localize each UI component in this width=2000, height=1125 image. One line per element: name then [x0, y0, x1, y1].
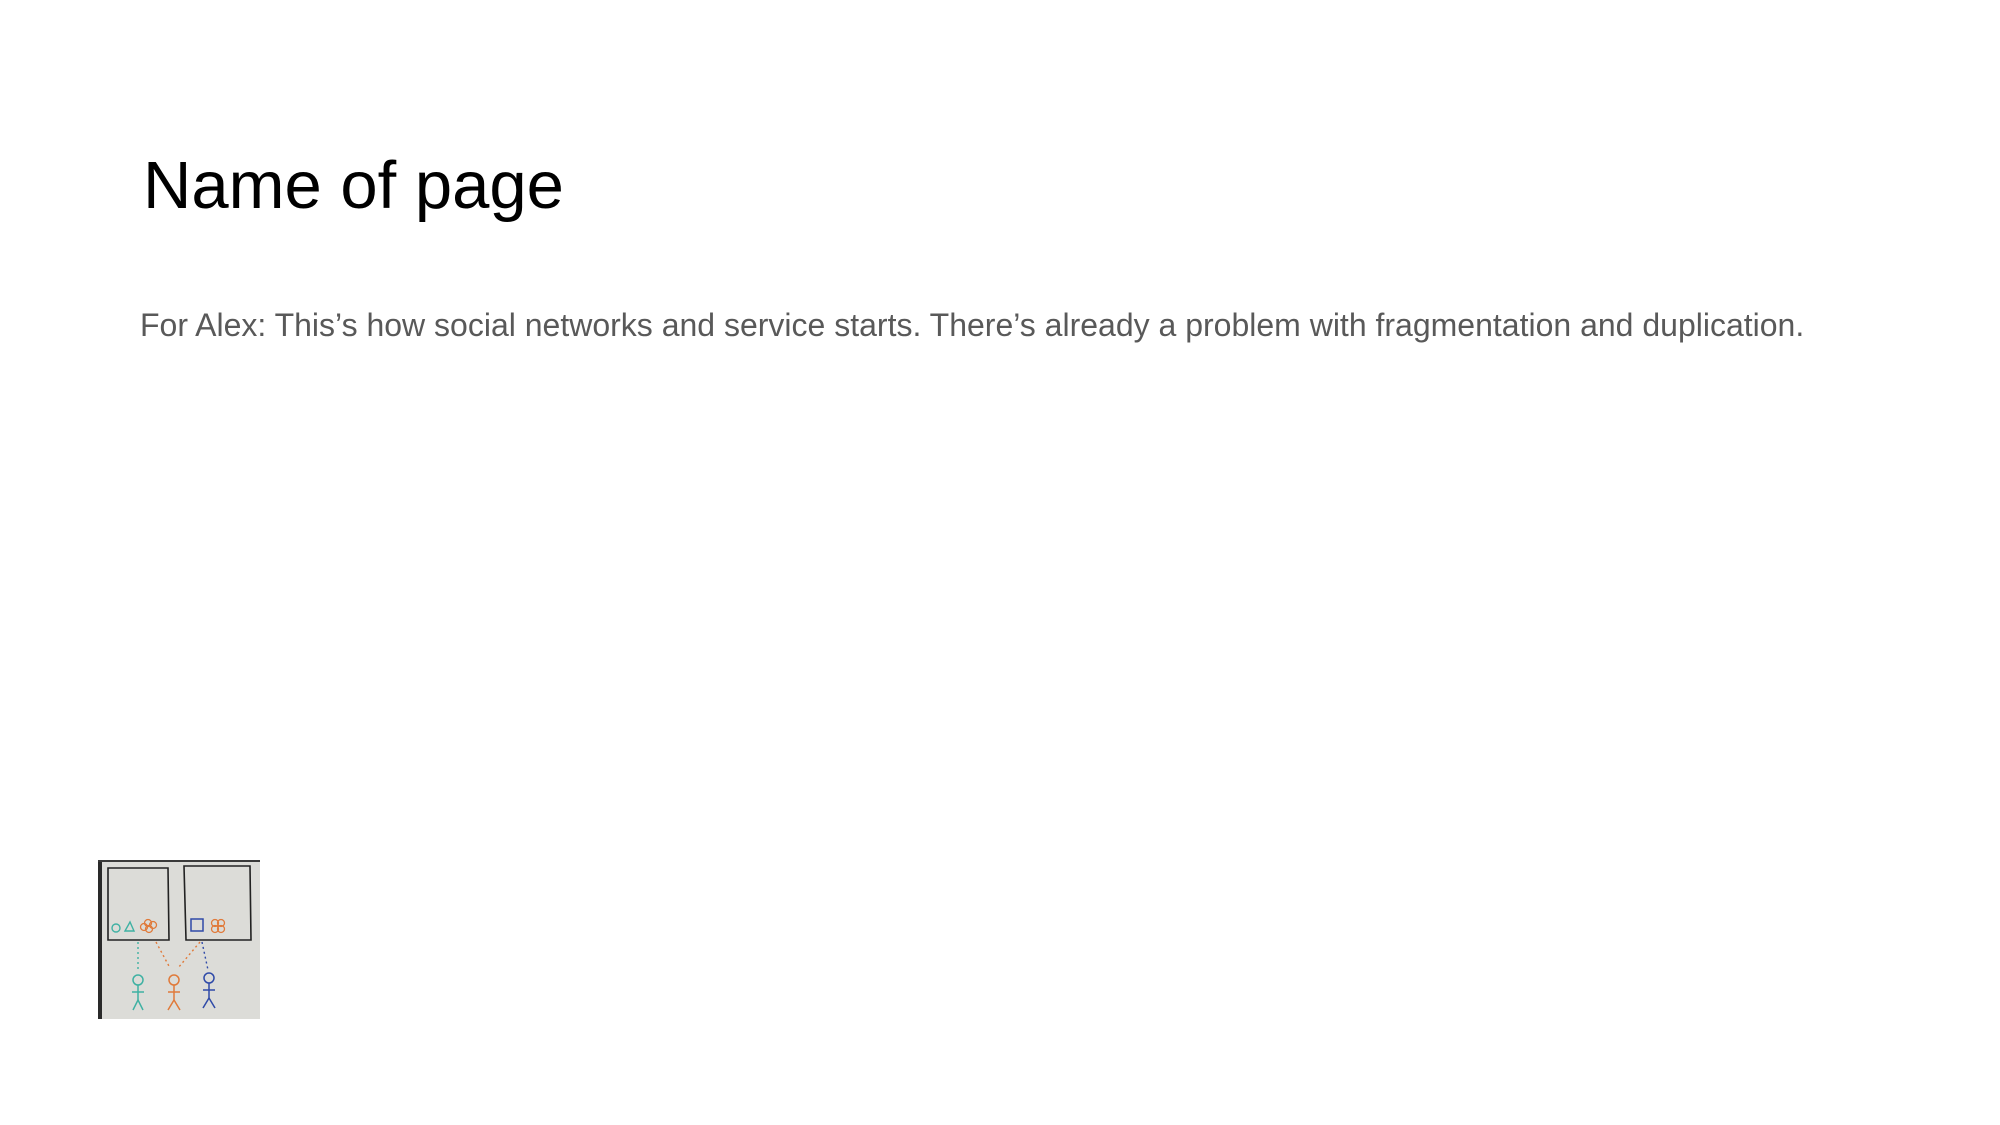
slide-body-text: For Alex: This’s how social networks and… [140, 307, 1805, 343]
slide: Name of page For Alex: This’s how social… [0, 0, 2000, 1125]
whiteboard-sketch-image [98, 860, 260, 1019]
whiteboard-sketch-svg [98, 860, 260, 1019]
page-title: Name of page [143, 148, 564, 223]
